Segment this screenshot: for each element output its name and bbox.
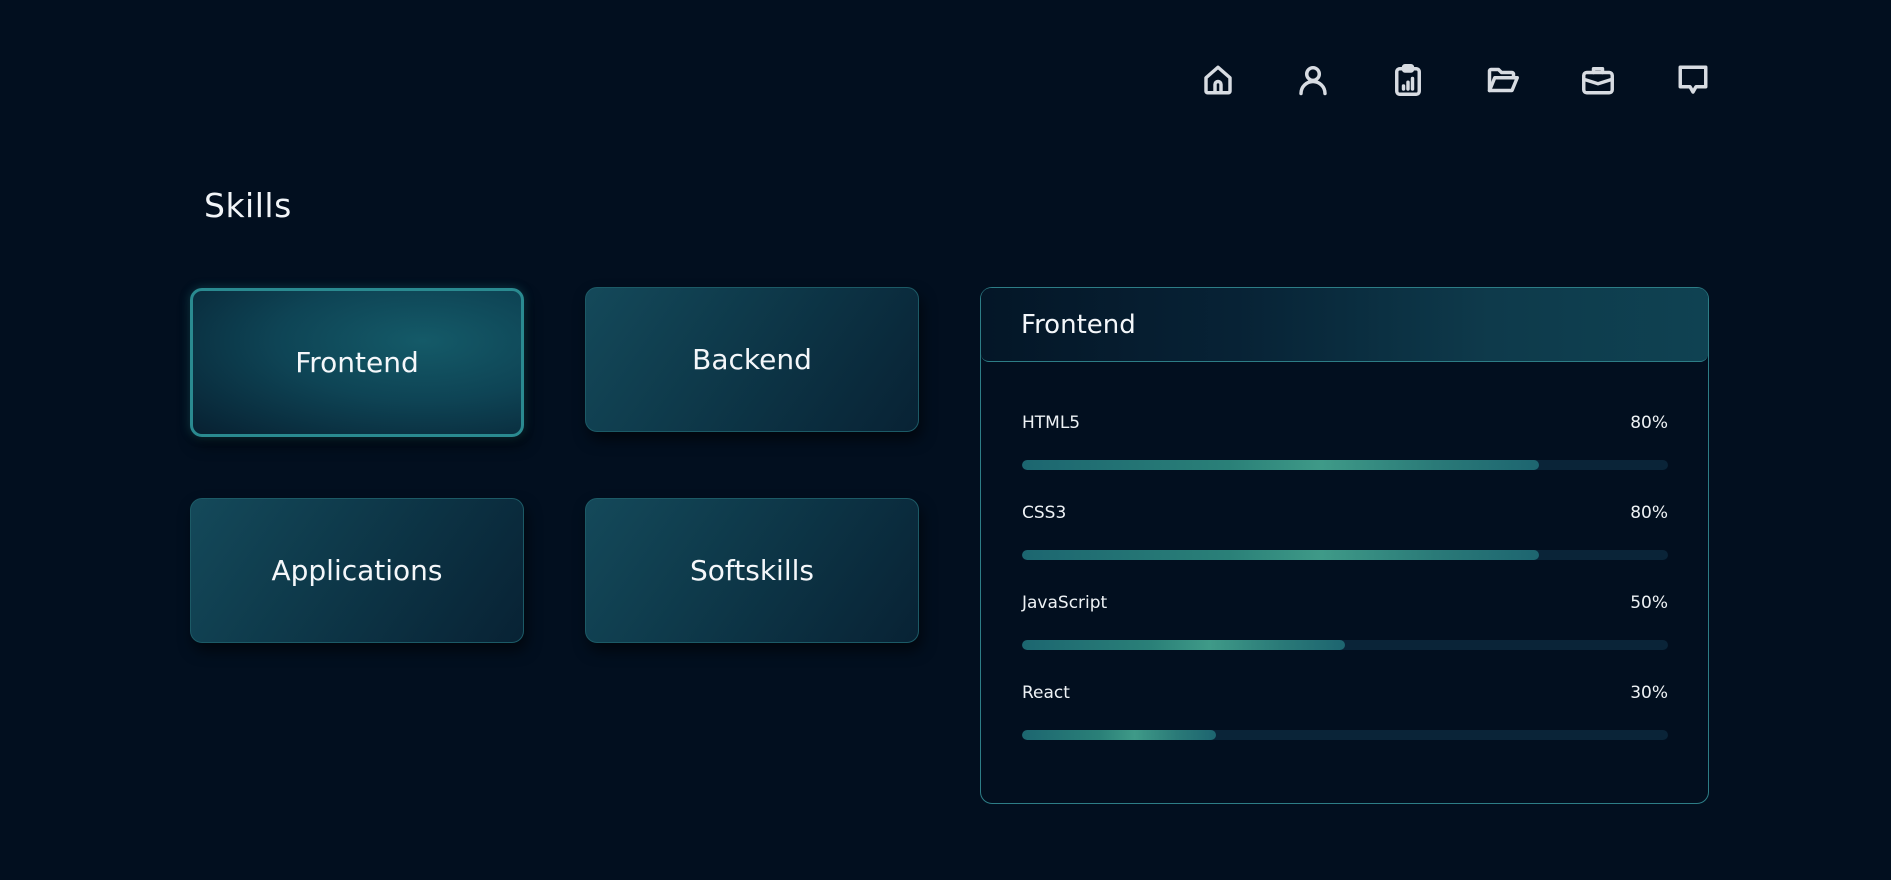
skill-progress-fill	[1022, 550, 1539, 560]
category-label: Backend	[692, 343, 812, 376]
chat-icon	[1678, 65, 1708, 94]
briefcase-icon	[1582, 67, 1614, 95]
nav-projects[interactable]	[1483, 60, 1523, 100]
category-label: Applications	[271, 554, 443, 587]
nav-about[interactable]	[1293, 60, 1333, 100]
panel-title: Frontend	[1021, 309, 1136, 340]
clipboard-chart-icon	[1395, 64, 1421, 96]
skill-row-html5: HTML5 80%	[1022, 413, 1668, 503]
nav-skills[interactable]	[1388, 60, 1428, 100]
category-card-softskills[interactable]: Softskills	[585, 498, 919, 643]
skill-row-javascript: JavaScript 50%	[1022, 593, 1668, 683]
skill-progress-track	[1022, 550, 1668, 560]
nav-contact[interactable]	[1673, 60, 1713, 100]
nav-experience[interactable]	[1578, 60, 1618, 100]
skill-progress-track	[1022, 460, 1668, 470]
skill-name: JavaScript	[1022, 593, 1108, 613]
top-nav	[1198, 60, 1713, 100]
skills-list: HTML5 80% CSS3 80% JavaScript 50% React …	[1022, 413, 1668, 773]
skill-name: CSS3	[1022, 503, 1067, 523]
skill-progress-fill	[1022, 460, 1539, 470]
skill-progress-track	[1022, 730, 1668, 740]
skill-row-react: React 30%	[1022, 683, 1668, 773]
skill-percent: 50%	[1630, 593, 1668, 613]
skill-percent: 80%	[1630, 413, 1668, 433]
skills-panel: Frontend HTML5 80% CSS3 80% JavaScript 5…	[980, 287, 1709, 804]
skill-name: React	[1022, 683, 1070, 703]
skill-progress-track	[1022, 640, 1668, 650]
category-label: Frontend	[295, 346, 419, 379]
user-icon	[1299, 65, 1327, 96]
skill-progress-fill	[1022, 730, 1216, 740]
skill-progress-fill	[1022, 640, 1345, 650]
skill-percent: 80%	[1630, 503, 1668, 523]
category-label: Softskills	[690, 554, 814, 587]
page-title: Skills	[204, 186, 292, 225]
home-icon	[1204, 65, 1232, 95]
nav-home[interactable]	[1198, 60, 1238, 100]
category-card-backend[interactable]: Backend	[585, 287, 919, 432]
skill-row-css3: CSS3 80%	[1022, 503, 1668, 593]
folder-open-icon	[1487, 67, 1519, 93]
category-card-frontend[interactable]: Frontend	[190, 288, 524, 437]
panel-header: Frontend	[981, 288, 1708, 362]
skill-percent: 30%	[1630, 683, 1668, 703]
skill-name: HTML5	[1022, 413, 1081, 433]
category-card-applications[interactable]: Applications	[190, 498, 524, 643]
